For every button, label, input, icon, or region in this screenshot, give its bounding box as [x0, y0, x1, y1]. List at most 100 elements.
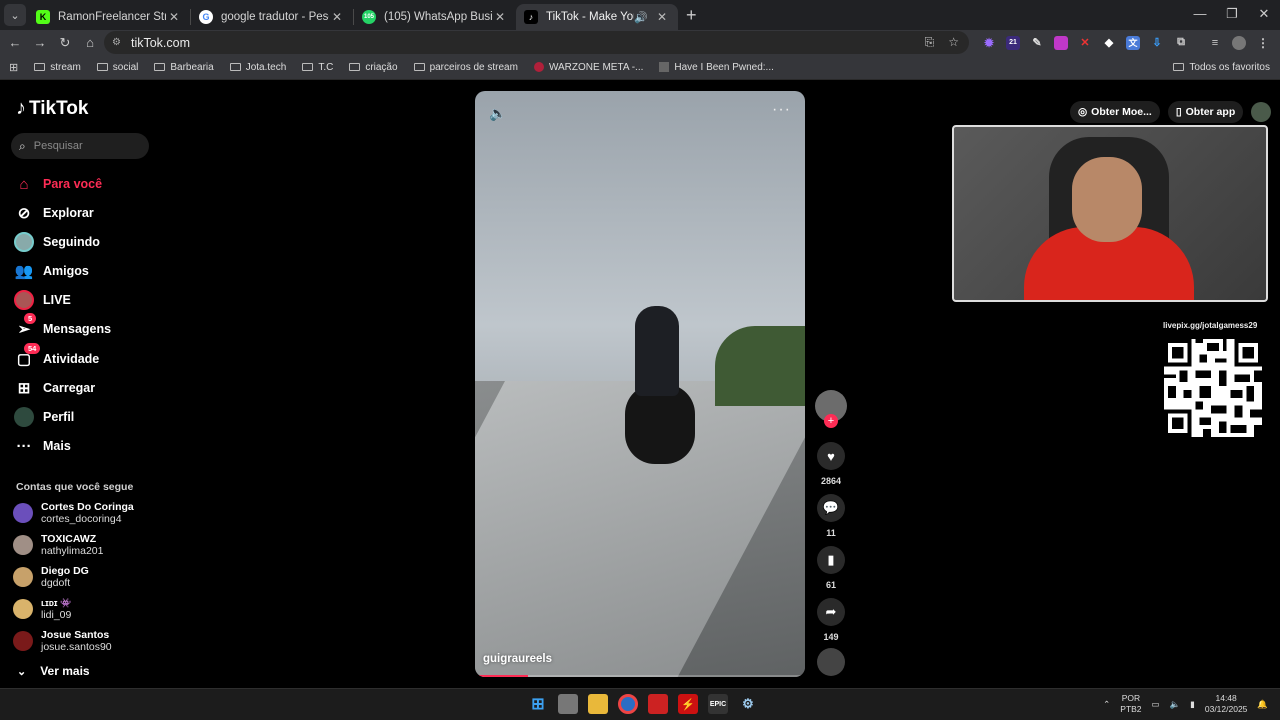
notification-icon[interactable]: 🔔	[1257, 699, 1268, 710]
nav-para-voce[interactable]: ⌂ Para você	[14, 174, 102, 194]
extensions-puzzle-icon[interactable]: ⧉	[1174, 36, 1188, 50]
close-window-icon[interactable]: ✕	[1248, 0, 1280, 30]
flash-app-icon[interactable]: ⚡	[678, 694, 698, 714]
site-info-icon[interactable]: ⚙	[112, 37, 121, 48]
close-tab-icon[interactable]: ✕	[492, 10, 508, 24]
bookmark-folder[interactable]: social	[96, 62, 138, 73]
home-page-icon[interactable]: ⌂	[78, 35, 102, 50]
file-explorer-icon[interactable]	[588, 694, 608, 714]
task-view-icon[interactable]	[558, 694, 578, 714]
windows-start-icon[interactable]: ⊞	[528, 694, 548, 714]
tab-search-button[interactable]: ⌄	[4, 4, 26, 26]
follow-plus-icon[interactable]: +	[824, 414, 838, 428]
close-tab-icon[interactable]: ✕	[329, 10, 345, 24]
chrome-icon[interactable]	[618, 694, 638, 714]
extension-gear-icon[interactable]: ✹	[982, 36, 996, 50]
account-item[interactable]: TOXICAWZ nathylima201	[13, 533, 103, 557]
volume-tray-icon[interactable]: 🔈	[1170, 699, 1181, 710]
tab-title: (105) WhatsApp Business	[384, 11, 492, 23]
video-progress-bar[interactable]	[475, 675, 805, 677]
get-app-button[interactable]: ▯ Obter app	[1167, 101, 1244, 123]
bookmark-icon[interactable]: ▮	[817, 546, 845, 574]
bookmark-link[interactable]: WARZONE META -...	[533, 61, 644, 73]
pen-icon[interactable]: ✎	[1030, 36, 1044, 50]
close-tab-icon[interactable]: ✕	[654, 10, 670, 24]
restore-icon[interactable]: ❐	[1216, 0, 1248, 30]
back-icon[interactable]: ←	[3, 35, 27, 50]
nav-seguindo[interactable]: Seguindo	[14, 232, 100, 252]
bookmark-folder[interactable]: criação	[349, 62, 398, 73]
qr-code	[1164, 339, 1262, 437]
nav-atividade[interactable]: ▢ 54 Atividade	[14, 343, 99, 369]
account-item[interactable]: Cortes Do Coringa cortes_docoring4	[13, 501, 134, 525]
tab-2[interactable]: 105 (105) WhatsApp Business ✕	[354, 4, 516, 30]
video-player[interactable]: 🔈 ··· guigraureels	[475, 91, 805, 677]
tab-1[interactable]: G google tradutor - Pesquisa Goo ✕	[191, 4, 353, 30]
bookmark-folder[interactable]: Jota.tech	[229, 62, 286, 73]
download-icon[interactable]: ⇩	[1150, 36, 1164, 50]
see-more-label: Ver mais	[40, 664, 90, 678]
layout-label: PTB2	[1120, 704, 1142, 714]
extension-badge-icon[interactable]: 21	[1006, 35, 1020, 50]
extension-diamond-icon[interactable]: ◆	[1102, 36, 1116, 50]
reload-icon[interactable]: ↻	[53, 35, 77, 51]
like-icon[interactable]: ♥	[817, 442, 845, 470]
new-tab-button[interactable]: +	[686, 5, 697, 26]
install-app-icon[interactable]: ⎘	[925, 35, 935, 50]
account-item[interactable]: ʟɪᴅɪ 👾 lidi_09	[13, 597, 71, 621]
system-tray: ⌃ POR PTB2 ▭ 🔈 ▮ 14:48 03/12/2025 🔔	[1103, 693, 1268, 715]
bookmark-folder[interactable]: stream	[34, 62, 81, 73]
speaker-icon[interactable]: 🔊	[634, 11, 648, 24]
bookmark-label: WARZONE META -...	[548, 61, 644, 73]
all-bookmarks[interactable]: Todos os favoritos	[1173, 62, 1270, 73]
nav-perfil[interactable]: Perfil	[14, 407, 74, 427]
nav-mais[interactable]: ··· Mais	[14, 436, 71, 456]
bookmark-label: stream	[50, 61, 81, 73]
music-disc-icon[interactable]	[817, 648, 845, 676]
nav-explorar[interactable]: ⊘ Explorar	[14, 203, 94, 223]
video-author[interactable]: guigraureels	[483, 653, 552, 665]
apps-grid-icon[interactable]: ⊞	[9, 61, 18, 74]
battery-icon[interactable]: ▮	[1190, 699, 1195, 710]
search-input[interactable]: ⌕ Pesquisar	[11, 133, 149, 159]
reading-list-icon[interactable]: ≡	[1208, 36, 1222, 50]
account-item[interactable]: Diego DG dgdoft	[13, 565, 89, 589]
user-avatar[interactable]	[1251, 102, 1272, 122]
network-icon[interactable]: ▭	[1152, 699, 1160, 710]
share-icon[interactable]: ➦	[817, 598, 845, 626]
bookmark-folder[interactable]: Barbearia	[154, 62, 214, 73]
account-item[interactable]: Josue Santos josue.santos90	[13, 629, 112, 653]
bookmark-link[interactable]: Have I Been Pwned:...	[659, 62, 774, 73]
nav-mensagens[interactable]: ➢ 5 Mensagens	[14, 313, 111, 339]
browser-menu-icon[interactable]: ⋮	[1256, 36, 1270, 50]
volume-icon[interactable]: 🔈	[489, 105, 506, 122]
bookmark-folder[interactable]: T.C	[302, 62, 333, 73]
forward-icon[interactable]: →	[28, 35, 52, 50]
tray-chevron-icon[interactable]: ⌃	[1103, 699, 1110, 710]
translate-icon[interactable]: 文	[1126, 35, 1140, 50]
stream-app-icon[interactable]	[648, 694, 668, 714]
close-tab-icon[interactable]: ✕	[166, 10, 182, 24]
bookmark-star-icon[interactable]: ☆	[948, 35, 959, 50]
epic-games-icon[interactable]: EPIC	[708, 694, 728, 714]
extension-purple-icon[interactable]	[1054, 35, 1068, 50]
steam-icon[interactable]: ⚙	[738, 694, 758, 714]
comment-icon[interactable]: 💬	[817, 494, 845, 522]
nav-carregar[interactable]: ⊞ Carregar	[14, 378, 95, 398]
more-options-icon[interactable]: ···	[772, 101, 791, 119]
minimize-icon[interactable]: —	[1184, 0, 1216, 30]
see-more-button[interactable]: ⌄ Ver mais	[17, 664, 90, 678]
language-indicator[interactable]: POR PTB2	[1120, 693, 1141, 715]
clock[interactable]: 14:48 03/12/2025	[1205, 693, 1248, 715]
nav-amigos[interactable]: 👥 Amigos	[14, 261, 89, 281]
tiktok-logo[interactable]: ♪ TikTok	[16, 97, 88, 120]
search-placeholder: Pesquisar	[33, 140, 83, 152]
tab-0[interactable]: K RamonFreelancer Stream - Wat ✕	[28, 4, 190, 30]
bookmark-folder[interactable]: parceiros de stream	[413, 62, 518, 73]
nav-live[interactable]: LIVE	[14, 290, 71, 310]
address-bar[interactable]: ⚙ tikTok.com ⎘ ☆	[104, 31, 969, 54]
extension-red-icon[interactable]: ✕	[1078, 36, 1092, 50]
profile-icon[interactable]	[1232, 35, 1246, 50]
get-coins-button[interactable]: ◎ Obter Moe...	[1070, 101, 1160, 123]
tab-3-active[interactable]: ♪ TikTok - Make Your Day 🔊 ✕	[516, 4, 678, 30]
